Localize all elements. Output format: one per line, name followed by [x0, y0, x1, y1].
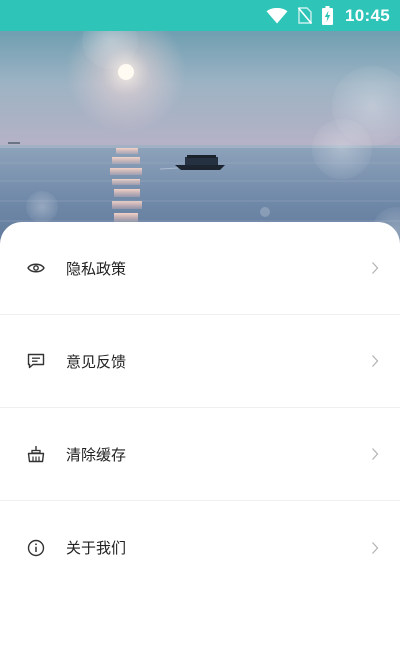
menu-item-label: 隐私政策: [66, 259, 127, 278]
message-icon: [26, 351, 46, 371]
menu-item-label: 意见反馈: [66, 352, 127, 371]
status-bar: 10:45: [0, 0, 400, 31]
eye-icon: [26, 258, 46, 278]
basket-icon: [26, 444, 46, 464]
wifi-icon: [266, 7, 288, 23]
chevron-right-icon: [372, 262, 379, 274]
chevron-right-icon: [372, 355, 379, 367]
chevron-right-icon: [372, 541, 379, 554]
settings-screen: 10:45 隐私政策 意见反馈 清除缓存 关于我们: [0, 0, 400, 662]
info-icon: [26, 538, 46, 558]
no-sim-icon: [298, 7, 313, 24]
status-icons: 10:45: [266, 0, 390, 31]
battery-charging-icon: [322, 6, 334, 25]
menu-item-privacy-policy[interactable]: 隐私政策: [0, 222, 400, 315]
menu-card: 隐私政策 意见反馈 清除缓存 关于我们: [0, 222, 400, 662]
status-time: 10:45: [345, 5, 390, 25]
menu-item-label: 关于我们: [66, 539, 127, 557]
menu-item-clear-cache[interactable]: 清除缓存: [0, 408, 400, 501]
chevron-right-icon: [372, 448, 379, 460]
menu-item-feedback[interactable]: 意见反馈: [0, 315, 400, 408]
menu-item-label: 清除缓存: [66, 445, 127, 464]
menu-item-about-us[interactable]: 关于我们: [0, 501, 400, 594]
